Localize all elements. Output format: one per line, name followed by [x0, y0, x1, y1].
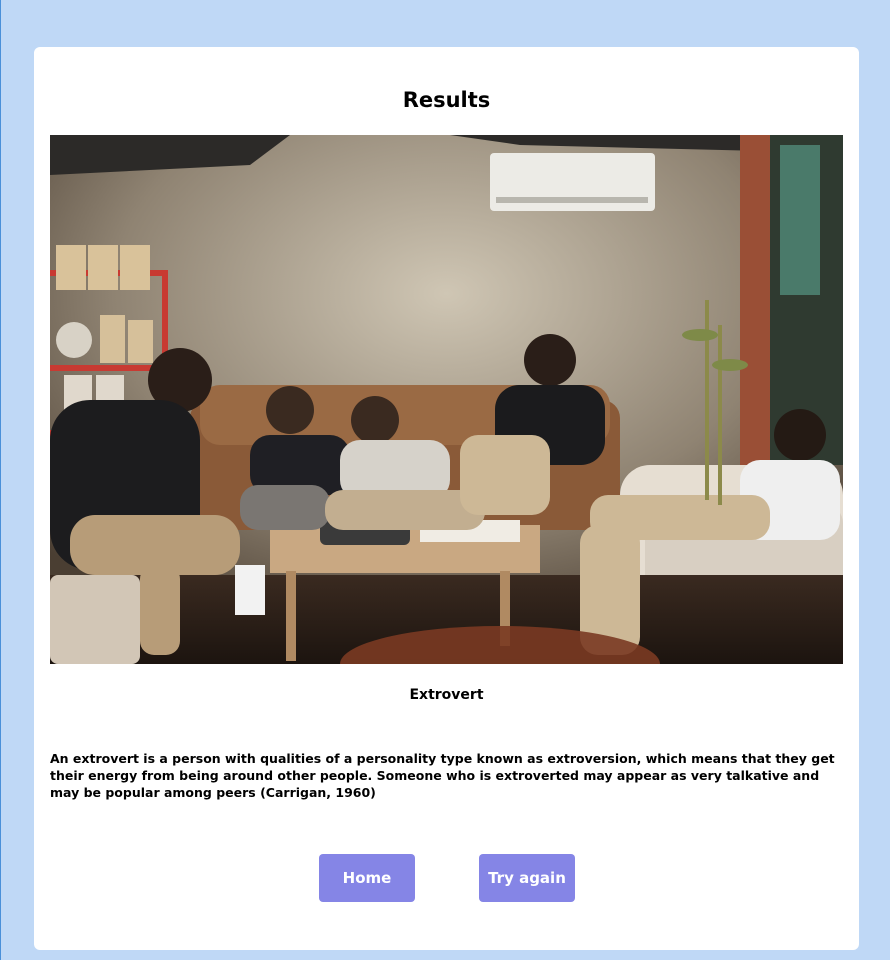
try-again-button[interactable]: Try again — [479, 854, 575, 902]
personality-description: An extrovert is a person with qualities … — [50, 751, 835, 800]
results-card: Results Extrovert An extrovert is a pers… — [34, 47, 859, 950]
home-button[interactable]: Home — [319, 854, 415, 902]
result-image — [50, 135, 843, 664]
page-title: Results — [402, 88, 491, 112]
personality-type-label: Extrovert — [409, 687, 484, 703]
